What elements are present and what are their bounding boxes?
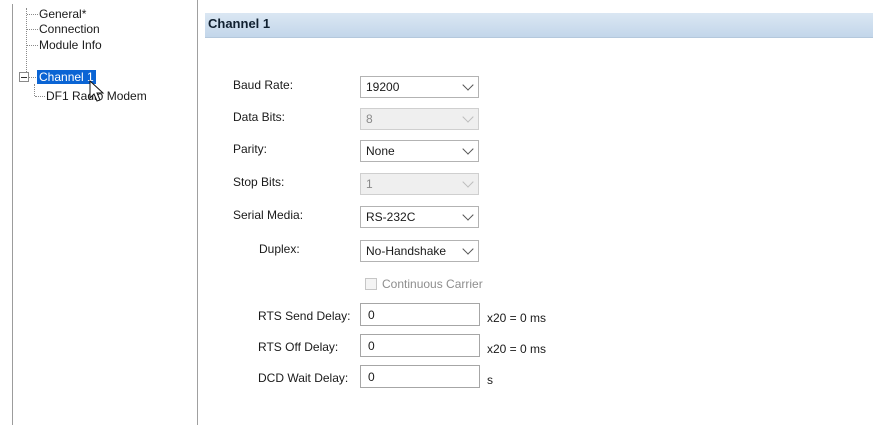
serial-media-select[interactable]: RS-232C	[360, 206, 479, 228]
data-bits-value: 8	[366, 112, 373, 126]
tree-item-general[interactable]: General*	[39, 7, 86, 21]
chevron-down-icon	[462, 111, 474, 123]
baud-rate-label: Baud Rate:	[233, 78, 294, 92]
data-bits-select: 8	[360, 108, 479, 130]
rts-off-delay-label: RTS Off Delay:	[258, 340, 339, 354]
chevron-down-icon	[462, 243, 474, 255]
rts-send-delay-unit: x20 = 0 ms	[487, 311, 547, 325]
tree-connector	[29, 77, 36, 78]
continuous-carrier-checkbox	[365, 278, 377, 290]
chevron-down-icon	[462, 79, 474, 91]
duplex-value: No-Handshake	[366, 244, 447, 258]
section-header: Channel 1	[205, 13, 873, 38]
duplex-label: Duplex:	[259, 242, 300, 256]
rts-off-delay-input[interactable]: 0	[360, 334, 480, 357]
stop-bits-select: 1	[360, 173, 479, 195]
dcd-wait-delay-input[interactable]: 0	[360, 365, 480, 388]
chevron-down-icon	[462, 143, 474, 155]
continuous-carrier-label: Continuous Carrier	[382, 277, 483, 291]
rts-send-delay-label: RTS Send Delay:	[258, 309, 351, 323]
channel-properties-panel: Channel 1 Baud Rate: 19200 Data Bits: 8 …	[198, 0, 887, 425]
dcd-wait-delay-unit: s	[487, 373, 493, 387]
parity-select[interactable]: None	[360, 140, 479, 162]
stop-bits-label: Stop Bits:	[233, 175, 285, 189]
duplex-select[interactable]: No-Handshake	[360, 240, 479, 262]
tree-item-module-info[interactable]: Module Info	[39, 38, 102, 52]
rts-send-delay-input[interactable]: 0	[360, 303, 480, 326]
tree-connector	[26, 8, 27, 74]
baud-rate-select[interactable]: 19200	[360, 76, 479, 98]
parity-label: Parity:	[233, 142, 268, 156]
chevron-down-icon	[462, 209, 474, 221]
collapse-icon[interactable]	[19, 72, 29, 82]
page-title: Channel 1	[208, 16, 271, 31]
baud-rate-value: 19200	[366, 80, 400, 94]
tree-connector	[35, 96, 45, 97]
data-bits-label: Data Bits:	[233, 110, 286, 124]
tree-connector	[27, 14, 38, 15]
tree-left-edge	[12, 4, 13, 425]
rts-off-delay-unit: x20 = 0 ms	[487, 342, 547, 356]
dcd-wait-delay-label: DCD Wait Delay:	[258, 371, 349, 385]
tree-connector	[34, 84, 35, 96]
serial-media-label: Serial Media:	[233, 208, 304, 222]
serial-media-value: RS-232C	[366, 210, 416, 224]
tree-connector	[27, 45, 38, 46]
tree-connector	[27, 29, 38, 30]
navigation-tree: General* Connection Module Info Channel …	[0, 0, 198, 425]
tree-item-channel-1[interactable]: Channel 1	[37, 70, 96, 84]
chevron-down-icon	[462, 176, 474, 188]
parity-value: None	[366, 144, 395, 158]
stop-bits-value: 1	[366, 177, 373, 191]
mouse-pointer-icon	[89, 80, 105, 102]
tree-item-connection[interactable]: Connection	[39, 22, 100, 36]
